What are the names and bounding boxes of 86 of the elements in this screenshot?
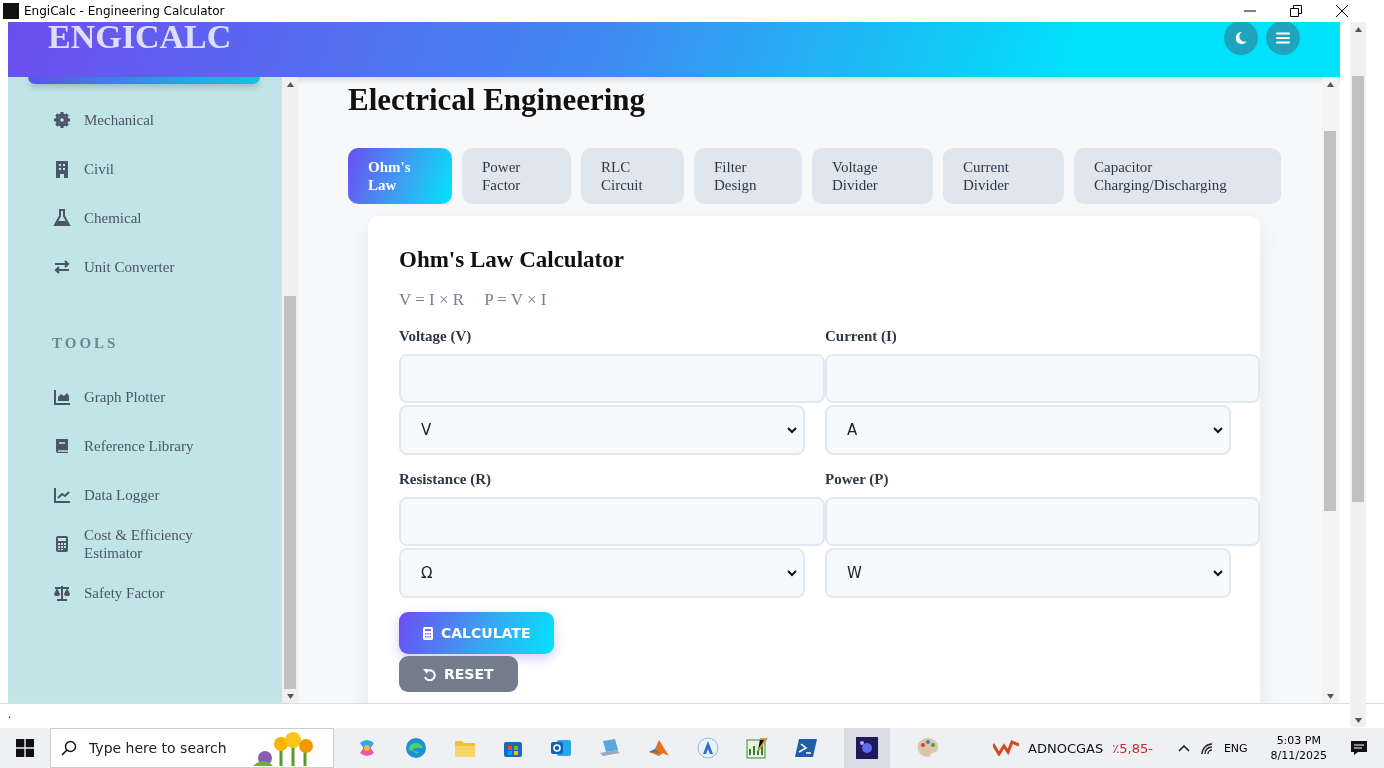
- nav-item[interactable]: Chemical: [52, 193, 252, 242]
- clock[interactable]: 5:03 PM 8/11/2025: [1270, 733, 1327, 763]
- scrollbar[interactable]: [282, 77, 298, 703]
- scroll-down-arrow-icon[interactable]: [1326, 693, 1334, 699]
- menu-icon: [1276, 31, 1290, 44]
- flask-icon: [52, 208, 72, 227]
- calculator-icon: [423, 626, 433, 640]
- chevron-up-icon[interactable]: [1177, 744, 1190, 752]
- input-field[interactable]: [825, 497, 1260, 546]
- input-field[interactable]: [399, 497, 825, 546]
- tab[interactable]: Current Divider: [943, 148, 1064, 204]
- menu-button[interactable]: [1266, 22, 1300, 55]
- area-chart-icon: [52, 387, 72, 406]
- search-icon: [61, 740, 77, 756]
- scroll-down-arrow-icon[interactable]: [286, 693, 294, 699]
- tab[interactable]: Ohm's Law: [348, 148, 452, 204]
- dark-mode-button[interactable]: [1224, 22, 1258, 55]
- search-input[interactable]: Type here to search: [87, 739, 251, 757]
- moon-icon: [1234, 30, 1248, 45]
- chevron-down-icon: [1213, 426, 1223, 434]
- formula: V = I × R: [399, 290, 465, 310]
- undo-icon: [423, 667, 436, 681]
- status-text: .: [8, 709, 12, 720]
- formula: P = V × I: [484, 290, 547, 310]
- nav-item[interactable]: Mechanical: [52, 95, 252, 144]
- page-title: Electrical Engineering: [348, 81, 646, 119]
- palette-icon[interactable]: [917, 737, 939, 759]
- language-indicator[interactable]: ENG: [1223, 741, 1248, 755]
- nav-item[interactable]: Safety Factor: [52, 568, 252, 617]
- chevron-down-icon: [1213, 569, 1223, 577]
- stock-name: ADNOCGAS: [1028, 740, 1104, 756]
- chevron-down-icon: [787, 426, 797, 434]
- active-nav-item-edge[interactable]: [28, 77, 260, 84]
- nav-item[interactable]: Reference Library: [52, 421, 252, 470]
- browser-app-icon[interactable]: [405, 737, 427, 759]
- app-icon: [3, 3, 19, 19]
- window-title: EngiCalc - Engineering Calculator: [24, 4, 225, 18]
- scroll-up-arrow-icon[interactable]: [1354, 26, 1362, 32]
- scroll-up-arrow-icon[interactable]: [1326, 81, 1334, 87]
- chevron-down-icon: [787, 569, 797, 577]
- notification-icon[interactable]: [1350, 740, 1368, 756]
- line-chart-icon: [52, 485, 72, 504]
- nav-item[interactable]: Data Logger: [52, 470, 252, 519]
- chart-app-icon[interactable]: [746, 737, 768, 759]
- dark-app-icon[interactable]: [856, 737, 878, 759]
- unit-select[interactable]: W: [825, 548, 1231, 598]
- calculator-title: Ohm's Law Calculator: [399, 246, 625, 274]
- search-field[interactable]: Type here to search: [50, 728, 334, 768]
- compass-app-icon[interactable]: [697, 737, 719, 759]
- field-label: Resistance (R): [399, 471, 493, 488]
- nav-item[interactable]: Graph Plotter: [52, 372, 252, 421]
- field-label: Power (P): [825, 471, 890, 488]
- windows-logo-icon[interactable]: [16, 739, 34, 757]
- scroll-down-arrow-icon[interactable]: [1354, 717, 1362, 723]
- tab[interactable]: Power Factor: [462, 148, 571, 204]
- arrows-icon: [52, 257, 72, 276]
- field-label: Voltage (V): [399, 328, 473, 345]
- unit-select[interactable]: V: [399, 405, 805, 455]
- scroll-up-arrow-icon[interactable]: [286, 81, 294, 87]
- logo: ENGICALC: [48, 22, 232, 54]
- close-icon[interactable]: [1336, 5, 1348, 17]
- input-field[interactable]: [825, 354, 1260, 403]
- nav-item[interactable]: Civil: [52, 144, 252, 193]
- terminal-icon[interactable]: [795, 738, 817, 758]
- unit-select[interactable]: Ω: [399, 548, 805, 598]
- scrollbar[interactable]: [1350, 22, 1366, 727]
- section-heading: TOOLS: [52, 334, 120, 353]
- tab[interactable]: Voltage Divider: [812, 148, 933, 204]
- laptop-icon[interactable]: [599, 738, 621, 758]
- input-field[interactable]: [399, 354, 825, 403]
- mail-app-icon[interactable]: [550, 737, 572, 759]
- tab[interactable]: Capacitor Charging/Discharging: [1074, 148, 1281, 204]
- gear-icon: [52, 110, 72, 129]
- scrollbar[interactable]: [1322, 77, 1338, 703]
- stock-change: ٪5,85-: [1112, 740, 1153, 756]
- tab[interactable]: RLC Circuit: [581, 148, 684, 204]
- reset-button[interactable]: RESET: [399, 656, 518, 692]
- field-label: Current (I): [825, 328, 898, 345]
- nav-item[interactable]: Unit Converter: [52, 242, 252, 291]
- nav-item[interactable]: Cost & Efficiency Estimator: [52, 519, 252, 568]
- wifi-icon[interactable]: [1198, 741, 1215, 755]
- restore-icon[interactable]: [1290, 5, 1302, 17]
- stock-logo-icon: [993, 740, 1020, 756]
- scale-icon: [52, 583, 72, 602]
- tab[interactable]: Filter Design: [694, 148, 802, 204]
- unit-select[interactable]: A: [825, 405, 1231, 455]
